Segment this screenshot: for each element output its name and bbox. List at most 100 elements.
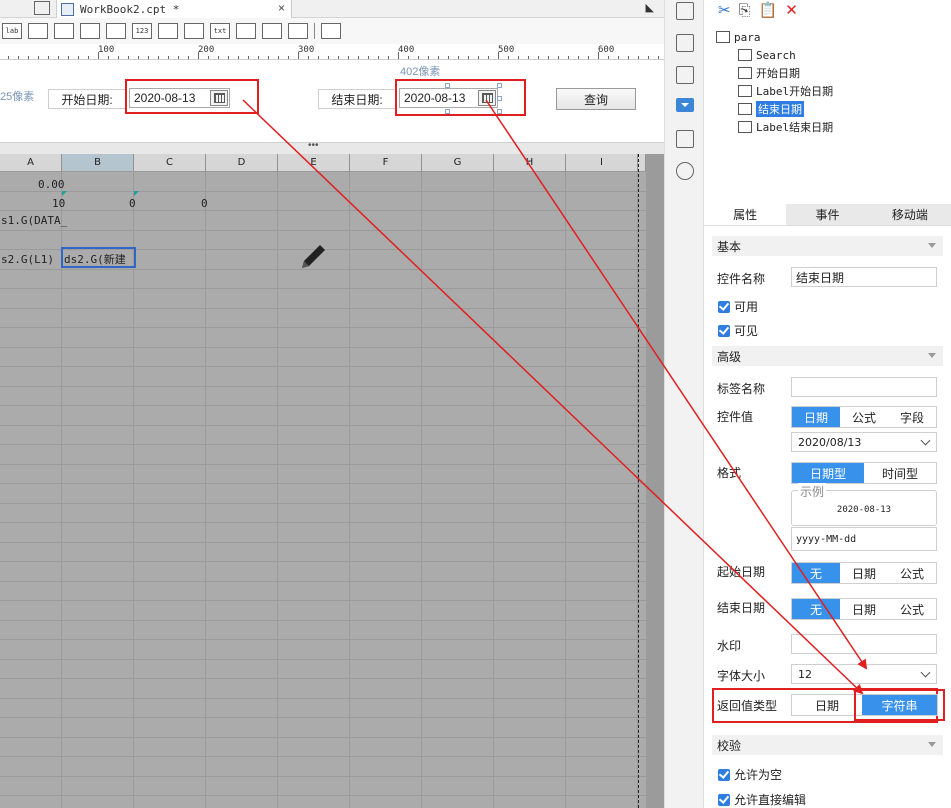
- cut-icon[interactable]: ✂: [718, 1, 731, 19]
- ruler-tick: [358, 56, 359, 59]
- visible-checkbox[interactable]: 可见: [718, 322, 758, 339]
- ruler-tick: [238, 56, 239, 59]
- column-header-h[interactable]: H: [494, 154, 566, 171]
- tree-node[interactable]: Search: [738, 46, 833, 64]
- frame-icon[interactable]: [676, 66, 694, 84]
- section-advanced[interactable]: 高级: [712, 346, 943, 366]
- column-header-e[interactable]: E: [278, 154, 350, 171]
- query-button[interactable]: 查询: [556, 88, 636, 110]
- section-basic[interactable]: 基本: [712, 236, 943, 256]
- section-validate[interactable]: 校验: [712, 735, 943, 755]
- chevron-down-icon[interactable]: [917, 666, 933, 682]
- start-date-option-formula[interactable]: 公式: [888, 563, 936, 583]
- ruler-number: 500: [498, 45, 515, 55]
- tree-node[interactable]: 结束日期: [738, 100, 833, 118]
- tree-node[interactable]: para: [716, 28, 833, 46]
- cell-b2[interactable]: 0: [129, 197, 136, 210]
- column-header-f[interactable]: F: [350, 154, 422, 171]
- label-widget-icon[interactable]: lab: [2, 23, 22, 39]
- textbox-widget-icon[interactable]: [28, 23, 48, 39]
- column-header-c[interactable]: C: [134, 154, 206, 171]
- checkgroup-widget-icon[interactable]: [288, 23, 308, 39]
- textarea-widget-icon[interactable]: [158, 23, 178, 39]
- delete-icon[interactable]: ✕: [785, 1, 798, 19]
- column-header-b[interactable]: B: [62, 154, 134, 171]
- control-value-option-formula[interactable]: 公式: [840, 407, 888, 427]
- font-size-dropdown[interactable]: 12: [791, 664, 937, 684]
- enabled-checkbox[interactable]: 可用: [718, 298, 758, 315]
- pencil-icon: [302, 245, 325, 268]
- control-name-input[interactable]: 结束日期: [791, 267, 937, 287]
- copy-icon[interactable]: ⎘: [739, 2, 751, 19]
- ruler-tick: [78, 56, 79, 59]
- ruler-tick: [408, 56, 409, 59]
- ruler-tick: [308, 56, 309, 59]
- combobox-widget-icon[interactable]: [54, 23, 74, 39]
- format-example-box: 示例 2020-08-13: [791, 483, 937, 526]
- allow-edit-checkbox[interactable]: 允许直接编辑: [718, 791, 806, 808]
- date-widget-icon[interactable]: [106, 23, 126, 39]
- tree-node-label: Search: [756, 48, 796, 62]
- vertical-scroll-track[interactable]: [646, 154, 664, 808]
- end-date-option-date[interactable]: 日期: [840, 599, 888, 619]
- grid-icon[interactable]: [34, 1, 50, 15]
- column-header-d[interactable]: D: [206, 154, 278, 171]
- allow-empty-checkbox[interactable]: 允许为空: [718, 766, 782, 783]
- date-value-dropdown[interactable]: 2020/08/13: [791, 432, 937, 452]
- more-widgets-icon[interactable]: [321, 23, 341, 39]
- selected-cell[interactable]: [61, 247, 136, 268]
- control-value-option-date[interactable]: 日期: [792, 407, 840, 427]
- link-icon[interactable]: [676, 162, 694, 180]
- format-option-date[interactable]: 日期型: [792, 463, 864, 483]
- cell-a1[interactable]: 0.00: [38, 178, 65, 191]
- tag-name-input[interactable]: [791, 377, 937, 397]
- format-option-time[interactable]: 时间型: [864, 463, 936, 483]
- start-date-option-none[interactable]: 无: [792, 563, 840, 583]
- column-header-i[interactable]: I: [566, 154, 638, 171]
- tree-node[interactable]: Label开始日期: [738, 82, 833, 100]
- end-date-selector: 无 日期 公式: [791, 598, 937, 620]
- end-date-option-none[interactable]: 无: [792, 599, 840, 619]
- collapse-icon[interactable]: ◣: [646, 1, 654, 14]
- start-date-option-date[interactable]: 日期: [840, 563, 888, 583]
- tab-events[interactable]: 事件: [786, 204, 869, 225]
- tree-node[interactable]: Label结束日期: [738, 118, 833, 136]
- number-widget-icon[interactable]: 123: [132, 23, 152, 39]
- cell-a5[interactable]: s2.G(L1): [1, 253, 54, 266]
- cell-a3[interactable]: s1.G(DATA_: [1, 214, 67, 227]
- layout-icon[interactable]: [676, 2, 694, 20]
- control-value-option-field[interactable]: 字段: [888, 407, 936, 427]
- tree-widget-icon[interactable]: [184, 23, 204, 39]
- return-type-option-date[interactable]: 日期: [792, 695, 862, 715]
- end-date-prop-label: 结束日期: [717, 601, 766, 615]
- format-pattern-input[interactable]: yyyy-MM-dd: [791, 527, 937, 551]
- watermark-input[interactable]: [791, 634, 937, 654]
- ruler-tick: [228, 56, 229, 59]
- widget-settings-icon[interactable]: [676, 34, 694, 52]
- table-icon[interactable]: [676, 130, 694, 148]
- tab-workbook2[interactable]: WorkBook2.cpt * ×: [56, 0, 292, 18]
- tab-mobile[interactable]: 移动端: [868, 204, 951, 225]
- editor-area: WorkBook2.cpt * × ◣ lab 123 txt 100 200 30…: [0, 0, 664, 808]
- dropdown-toggle-icon[interactable]: [676, 98, 694, 112]
- chevron-down-icon[interactable]: [917, 434, 933, 450]
- text-widget-icon[interactable]: txt: [210, 23, 230, 39]
- pane-splitter[interactable]: •••: [0, 140, 664, 154]
- end-date-option-formula[interactable]: 公式: [888, 599, 936, 619]
- close-icon[interactable]: ×: [278, 1, 285, 15]
- ruler-tick: [128, 56, 129, 59]
- start-date-label[interactable]: 开始日期:: [48, 89, 126, 109]
- password-widget-icon[interactable]: [236, 23, 256, 39]
- end-date-label[interactable]: 结束日期:: [318, 89, 396, 109]
- list-widget-icon[interactable]: [80, 23, 100, 39]
- cell-a2[interactable]: 10: [52, 197, 65, 210]
- column-header-a[interactable]: A: [0, 154, 62, 171]
- ruler-tick: [258, 56, 259, 59]
- paste-icon[interactable]: 📋: [759, 1, 778, 19]
- tab-properties[interactable]: 属性: [704, 204, 787, 225]
- checkbox-widget-icon[interactable]: [262, 23, 282, 39]
- column-header-g[interactable]: G: [422, 154, 494, 171]
- cell-c2[interactable]: 0: [201, 197, 208, 210]
- tree-node[interactable]: 开始日期: [738, 64, 833, 82]
- spreadsheet-grid[interactable]: A B C D E F G H I 0.00 10 0 0 s1.G(DATA_…: [0, 154, 664, 808]
